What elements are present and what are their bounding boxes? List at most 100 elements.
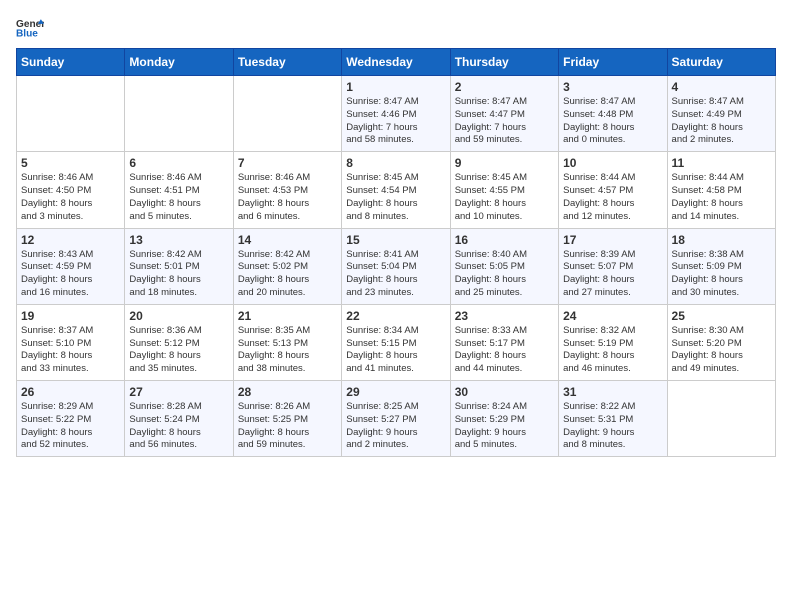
cell-text: Sunrise: 8:44 AM Sunset: 4:57 PM Dayligh… bbox=[563, 172, 662, 223]
weekday-saturday: Saturday bbox=[667, 49, 775, 76]
day-number: 7 bbox=[238, 156, 337, 170]
cell-text: Sunrise: 8:22 AM Sunset: 5:31 PM Dayligh… bbox=[563, 401, 662, 452]
cell-text: Sunrise: 8:46 AM Sunset: 4:51 PM Dayligh… bbox=[129, 172, 228, 223]
calendar-cell: 4 Sunrise: 8:47 AM Sunset: 4:49 PM Daylig… bbox=[667, 76, 775, 152]
cell-text: Sunrise: 8:43 AM Sunset: 4:59 PM Dayligh… bbox=[21, 249, 120, 300]
cell-text: Sunrise: 8:32 AM Sunset: 5:19 PM Dayligh… bbox=[563, 325, 662, 376]
cell-text: Sunrise: 8:45 AM Sunset: 4:55 PM Dayligh… bbox=[455, 172, 554, 223]
calendar-cell: 26Sunrise: 8:29 AM Sunset: 5:22 PM Dayli… bbox=[17, 381, 125, 457]
week-row-4: 26Sunrise: 8:29 AM Sunset: 5:22 PM Dayli… bbox=[17, 381, 776, 457]
day-number: 9 bbox=[455, 156, 554, 170]
calendar-cell: 7 Sunrise: 8:46 AM Sunset: 4:53 PM Daylig… bbox=[233, 152, 341, 228]
calendar-cell: 14 Sunrise: 8:42 AM Sunset: 5:02 PM Dayli… bbox=[233, 228, 341, 304]
day-number: 4 bbox=[672, 80, 771, 94]
calendar-cell: 24 Sunrise: 8:32 AM Sunset: 5:19 PM Dayli… bbox=[559, 304, 667, 380]
day-number: 28 bbox=[238, 385, 337, 399]
day-number: 29 bbox=[346, 385, 445, 399]
cell-text: Sunrise: 8:34 AM Sunset: 5:15 PM Dayligh… bbox=[346, 325, 445, 376]
calendar-cell: 6 Sunrise: 8:46 AM Sunset: 4:51 PM Daylig… bbox=[125, 152, 233, 228]
day-number: 14 bbox=[238, 233, 337, 247]
calendar-cell: 10Sunrise: 8:44 AM Sunset: 4:57 PM Dayli… bbox=[559, 152, 667, 228]
cell-text: Sunrise: 8:24 AM Sunset: 5:29 PM Dayligh… bbox=[455, 401, 554, 452]
day-number: 5 bbox=[21, 156, 120, 170]
calendar-cell bbox=[233, 76, 341, 152]
day-number: 1 bbox=[346, 80, 445, 94]
calendar-cell: 1 Sunrise: 8:47 AM Sunset: 4:46 PM Daylig… bbox=[342, 76, 450, 152]
calendar-cell: 19Sunrise: 8:37 AM Sunset: 5:10 PM Dayli… bbox=[17, 304, 125, 380]
calendar-cell: 5 Sunrise: 8:46 AM Sunset: 4:50 PM Daylig… bbox=[17, 152, 125, 228]
weekday-wednesday: Wednesday bbox=[342, 49, 450, 76]
cell-text: Sunrise: 8:25 AM Sunset: 5:27 PM Dayligh… bbox=[346, 401, 445, 452]
day-number: 31 bbox=[563, 385, 662, 399]
calendar-cell: 20Sunrise: 8:36 AM Sunset: 5:12 PM Dayli… bbox=[125, 304, 233, 380]
calendar-cell bbox=[667, 381, 775, 457]
day-number: 15 bbox=[346, 233, 445, 247]
calendar-cell: 15 Sunrise: 8:41 AM Sunset: 5:04 PM Dayli… bbox=[342, 228, 450, 304]
day-number: 11 bbox=[672, 156, 771, 170]
day-number: 6 bbox=[129, 156, 228, 170]
cell-text: Sunrise: 8:47 AM Sunset: 4:46 PM Dayligh… bbox=[346, 96, 445, 147]
day-number: 3 bbox=[563, 80, 662, 94]
cell-text: Sunrise: 8:33 AM Sunset: 5:17 PM Dayligh… bbox=[455, 325, 554, 376]
cell-text: Sunrise: 8:40 AM Sunset: 5:05 PM Dayligh… bbox=[455, 249, 554, 300]
calendar: SundayMondayTuesdayWednesdayThursdayFrid… bbox=[16, 48, 776, 457]
cell-text: Sunrise: 8:28 AM Sunset: 5:24 PM Dayligh… bbox=[129, 401, 228, 452]
calendar-cell: 30 Sunrise: 8:24 AM Sunset: 5:29 PM Dayli… bbox=[450, 381, 558, 457]
calendar-cell: 17 Sunrise: 8:39 AM Sunset: 5:07 PM Dayli… bbox=[559, 228, 667, 304]
calendar-cell: 21 Sunrise: 8:35 AM Sunset: 5:13 PM Dayli… bbox=[233, 304, 341, 380]
day-number: 30 bbox=[455, 385, 554, 399]
week-row-0: 1 Sunrise: 8:47 AM Sunset: 4:46 PM Daylig… bbox=[17, 76, 776, 152]
day-number: 25 bbox=[672, 309, 771, 323]
cell-text: Sunrise: 8:47 AM Sunset: 4:47 PM Dayligh… bbox=[455, 96, 554, 147]
calendar-cell: 9 Sunrise: 8:45 AM Sunset: 4:55 PM Daylig… bbox=[450, 152, 558, 228]
day-number: 27 bbox=[129, 385, 228, 399]
day-number: 19 bbox=[21, 309, 120, 323]
day-number: 13 bbox=[129, 233, 228, 247]
calendar-cell: 23 Sunrise: 8:33 AM Sunset: 5:17 PM Dayli… bbox=[450, 304, 558, 380]
day-number: 23 bbox=[455, 309, 554, 323]
cell-text: Sunrise: 8:46 AM Sunset: 4:53 PM Dayligh… bbox=[238, 172, 337, 223]
day-number: 21 bbox=[238, 309, 337, 323]
week-row-2: 12 Sunrise: 8:43 AM Sunset: 4:59 PM Dayli… bbox=[17, 228, 776, 304]
day-number: 2 bbox=[455, 80, 554, 94]
svg-text:Blue: Blue bbox=[16, 28, 38, 38]
weekday-monday: Monday bbox=[125, 49, 233, 76]
cell-text: Sunrise: 8:46 AM Sunset: 4:50 PM Dayligh… bbox=[21, 172, 120, 223]
cell-text: Sunrise: 8:29 AM Sunset: 5:22 PM Dayligh… bbox=[21, 401, 120, 452]
cell-text: Sunrise: 8:47 AM Sunset: 4:49 PM Dayligh… bbox=[672, 96, 771, 147]
calendar-cell bbox=[17, 76, 125, 152]
day-number: 17 bbox=[563, 233, 662, 247]
header: General Blue bbox=[16, 16, 776, 38]
day-number: 22 bbox=[346, 309, 445, 323]
cell-text: Sunrise: 8:39 AM Sunset: 5:07 PM Dayligh… bbox=[563, 249, 662, 300]
calendar-body: 1 Sunrise: 8:47 AM Sunset: 4:46 PM Daylig… bbox=[17, 76, 776, 457]
calendar-cell: 12 Sunrise: 8:43 AM Sunset: 4:59 PM Dayli… bbox=[17, 228, 125, 304]
calendar-cell: 29 Sunrise: 8:25 AM Sunset: 5:27 PM Dayli… bbox=[342, 381, 450, 457]
calendar-cell: 13 Sunrise: 8:42 AM Sunset: 5:01 PM Dayli… bbox=[125, 228, 233, 304]
calendar-cell: 11 Sunrise: 8:44 AM Sunset: 4:58 PM Dayli… bbox=[667, 152, 775, 228]
logo: General Blue bbox=[16, 16, 44, 38]
cell-text: Sunrise: 8:42 AM Sunset: 5:01 PM Dayligh… bbox=[129, 249, 228, 300]
calendar-cell bbox=[125, 76, 233, 152]
day-number: 24 bbox=[563, 309, 662, 323]
weekday-header: SundayMondayTuesdayWednesdayThursdayFrid… bbox=[17, 49, 776, 76]
calendar-cell: 8Sunrise: 8:45 AM Sunset: 4:54 PM Daylig… bbox=[342, 152, 450, 228]
weekday-sunday: Sunday bbox=[17, 49, 125, 76]
cell-text: Sunrise: 8:35 AM Sunset: 5:13 PM Dayligh… bbox=[238, 325, 337, 376]
day-number: 12 bbox=[21, 233, 120, 247]
weekday-tuesday: Tuesday bbox=[233, 49, 341, 76]
calendar-cell: 16Sunrise: 8:40 AM Sunset: 5:05 PM Dayli… bbox=[450, 228, 558, 304]
cell-text: Sunrise: 8:42 AM Sunset: 5:02 PM Dayligh… bbox=[238, 249, 337, 300]
calendar-cell: 25Sunrise: 8:30 AM Sunset: 5:20 PM Dayli… bbox=[667, 304, 775, 380]
calendar-cell: 27 Sunrise: 8:28 AM Sunset: 5:24 PM Dayli… bbox=[125, 381, 233, 457]
calendar-cell: 18Sunrise: 8:38 AM Sunset: 5:09 PM Dayli… bbox=[667, 228, 775, 304]
day-number: 18 bbox=[672, 233, 771, 247]
cell-text: Sunrise: 8:26 AM Sunset: 5:25 PM Dayligh… bbox=[238, 401, 337, 452]
logo-icon: General Blue bbox=[16, 16, 44, 38]
cell-text: Sunrise: 8:41 AM Sunset: 5:04 PM Dayligh… bbox=[346, 249, 445, 300]
calendar-cell: 3 Sunrise: 8:47 AM Sunset: 4:48 PM Daylig… bbox=[559, 76, 667, 152]
cell-text: Sunrise: 8:47 AM Sunset: 4:48 PM Dayligh… bbox=[563, 96, 662, 147]
cell-text: Sunrise: 8:44 AM Sunset: 4:58 PM Dayligh… bbox=[672, 172, 771, 223]
cell-text: Sunrise: 8:45 AM Sunset: 4:54 PM Dayligh… bbox=[346, 172, 445, 223]
calendar-cell: 31 Sunrise: 8:22 AM Sunset: 5:31 PM Dayli… bbox=[559, 381, 667, 457]
